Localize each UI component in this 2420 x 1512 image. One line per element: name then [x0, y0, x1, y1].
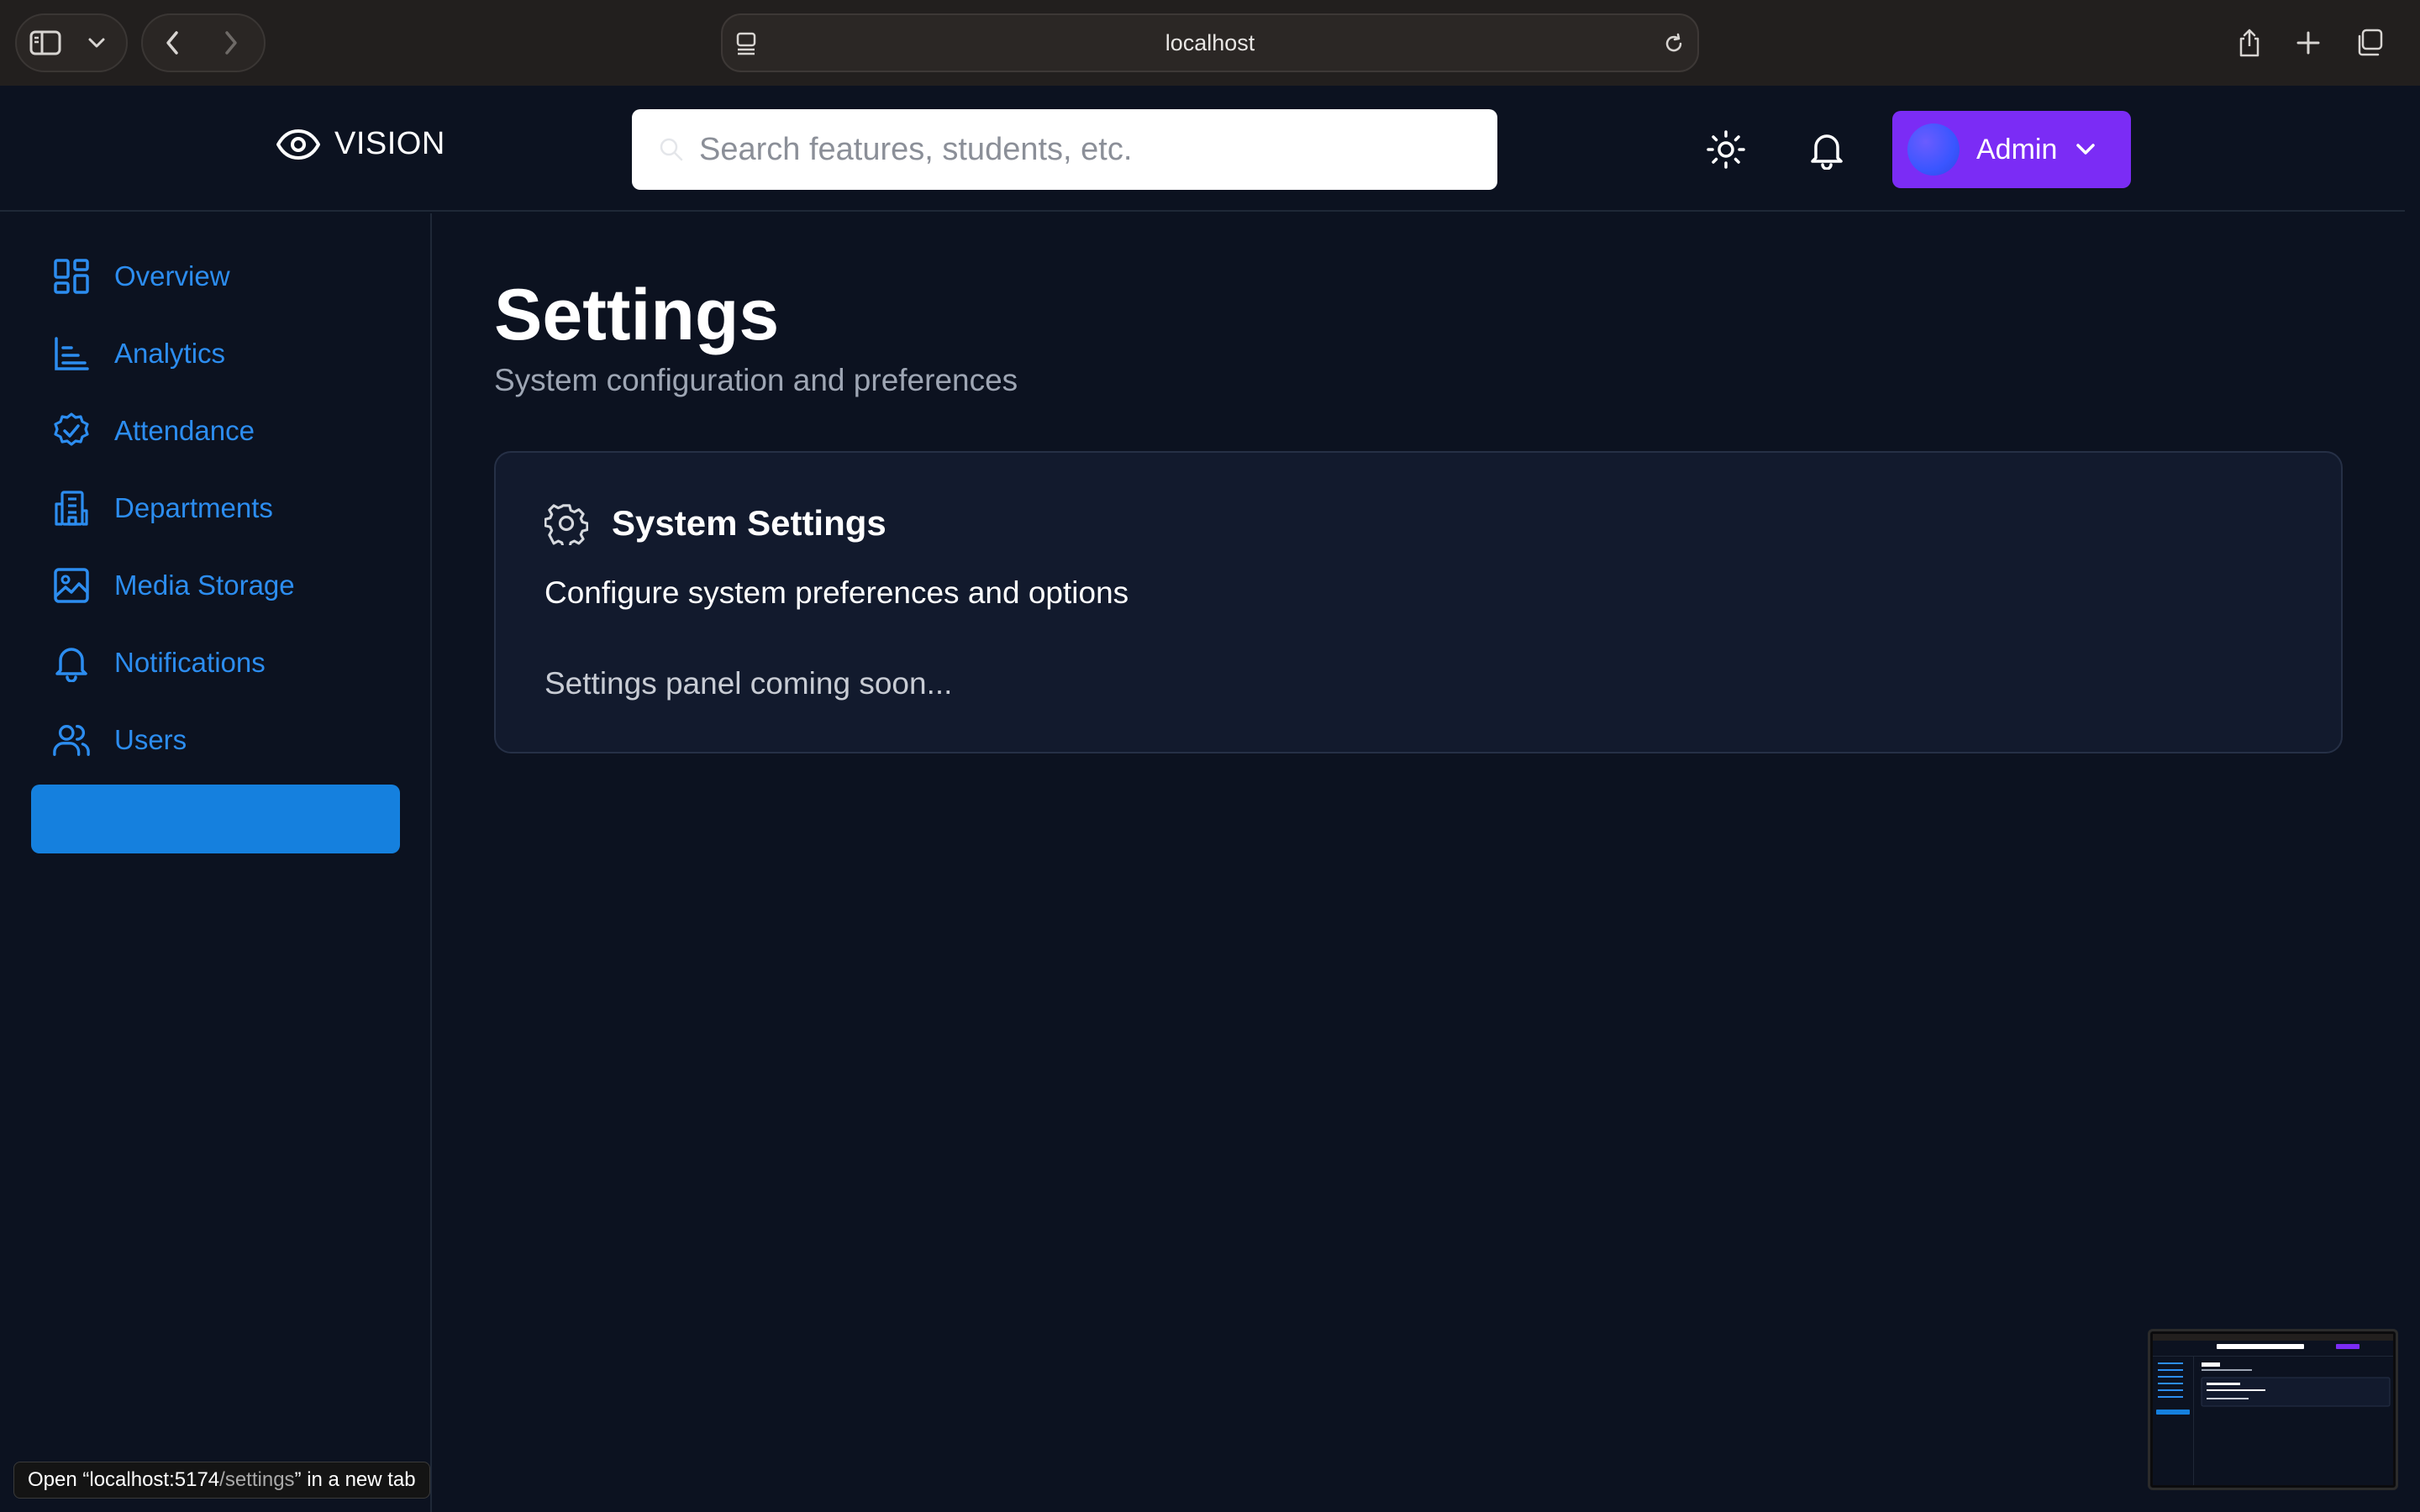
sidebar-item-attendance[interactable]: Attendance — [52, 406, 255, 456]
screen-preview-thumbnail[interactable] — [2148, 1329, 2398, 1490]
forward-button[interactable] — [202, 15, 260, 71]
new-tab-button[interactable] — [2279, 13, 2338, 72]
user-menu-button[interactable]: Admin — [1892, 111, 2131, 188]
bell-icon — [52, 643, 91, 682]
card-title: System Settings — [612, 503, 886, 543]
sidebar-toggle-group — [15, 13, 128, 72]
badge-check-icon — [52, 412, 91, 450]
page-subtitle: System configuration and preferences — [494, 363, 1018, 397]
sidebar-item-departments[interactable]: Departments — [52, 483, 273, 533]
status-path: /settings — [219, 1468, 295, 1491]
page-title: Settings — [494, 275, 780, 355]
users-icon — [52, 721, 91, 759]
sidebar-item-label: Attendance — [114, 415, 255, 446]
sidebar-item-label: Overview — [114, 260, 230, 291]
sidebar-item-overview[interactable]: Overview — [52, 251, 230, 302]
chevron-right-icon — [225, 31, 237, 55]
browser-toolbar: localhost — [0, 0, 2420, 86]
sidebar-item-notifications[interactable]: Notifications — [52, 638, 266, 688]
notifications-button[interactable] — [1802, 124, 1852, 175]
search-bar[interactable] — [632, 109, 1497, 190]
tabs-icon — [2358, 29, 2383, 56]
sun-icon — [1707, 130, 1745, 169]
brand-logo[interactable]: VISION — [276, 126, 445, 162]
chevron-down-icon — [2076, 144, 2096, 155]
plus-icon — [2296, 31, 2320, 55]
sidebar-item-label: Users — [114, 724, 187, 755]
grid-icon — [52, 257, 91, 296]
sidebar: Overview Analytics Attendance Department… — [0, 213, 432, 1512]
sidebar-item-analytics[interactable]: Analytics — [52, 328, 225, 379]
chevron-left-icon — [166, 31, 178, 55]
share-icon — [2239, 29, 2260, 57]
status-prefix: Open “localhost:5174 — [28, 1468, 220, 1491]
bell-icon — [1811, 134, 1843, 170]
sidebar-item-label: Media Storage — [114, 570, 295, 601]
sidebar-toggle-button[interactable] — [17, 15, 76, 71]
image-icon — [52, 566, 91, 605]
back-button[interactable] — [143, 15, 202, 71]
chevron-down-icon — [88, 38, 105, 48]
tab-overview-button[interactable] — [2339, 13, 2398, 72]
eye-icon — [276, 129, 320, 160]
thumbnail-miniature — [2153, 1334, 2393, 1485]
tab-group-menu-button[interactable] — [76, 15, 118, 71]
link-status-tooltip: Open “localhost:5174/settings” in a new … — [13, 1462, 430, 1499]
sidebar-item-settings-active[interactable] — [31, 785, 400, 853]
search-icon — [660, 138, 683, 161]
system-settings-card: System Settings Configure system prefere… — [494, 451, 2343, 753]
theme-toggle-button[interactable] — [1701, 124, 1751, 175]
share-button[interactable] — [2220, 13, 2279, 72]
gear-icon — [544, 504, 588, 545]
status-suffix: ” in a new tab — [294, 1468, 416, 1491]
sidebar-item-label: Notifications — [114, 647, 266, 678]
app-header: VISION Admin — [0, 86, 2405, 212]
building-icon — [52, 489, 91, 528]
card-description: Configure system preferences and options — [544, 575, 1129, 610]
search-input[interactable] — [699, 131, 1455, 168]
sidebar-item-label: Analytics — [114, 338, 226, 369]
user-menu-label: Admin — [1976, 133, 2058, 165]
reload-icon[interactable] — [1662, 32, 1686, 60]
address-bar[interactable]: localhost — [721, 13, 1699, 72]
sidebar-item-users[interactable]: Users — [52, 715, 187, 765]
avatar — [1907, 123, 1960, 176]
brand-name: VISION — [334, 126, 445, 161]
card-placeholder-note: Settings panel coming soon... — [544, 666, 953, 701]
sidebar-item-media-storage[interactable]: Media Storage — [52, 560, 295, 611]
bar-chart-icon — [52, 334, 91, 373]
sidebar-icon — [29, 30, 61, 55]
history-nav-group — [141, 13, 266, 72]
sidebar-item-label: Departments — [114, 492, 273, 523]
url-text: localhost — [1165, 30, 1255, 55]
card-header: System Settings — [544, 501, 886, 545]
thumbnail-content — [2153, 1334, 2393, 1485]
